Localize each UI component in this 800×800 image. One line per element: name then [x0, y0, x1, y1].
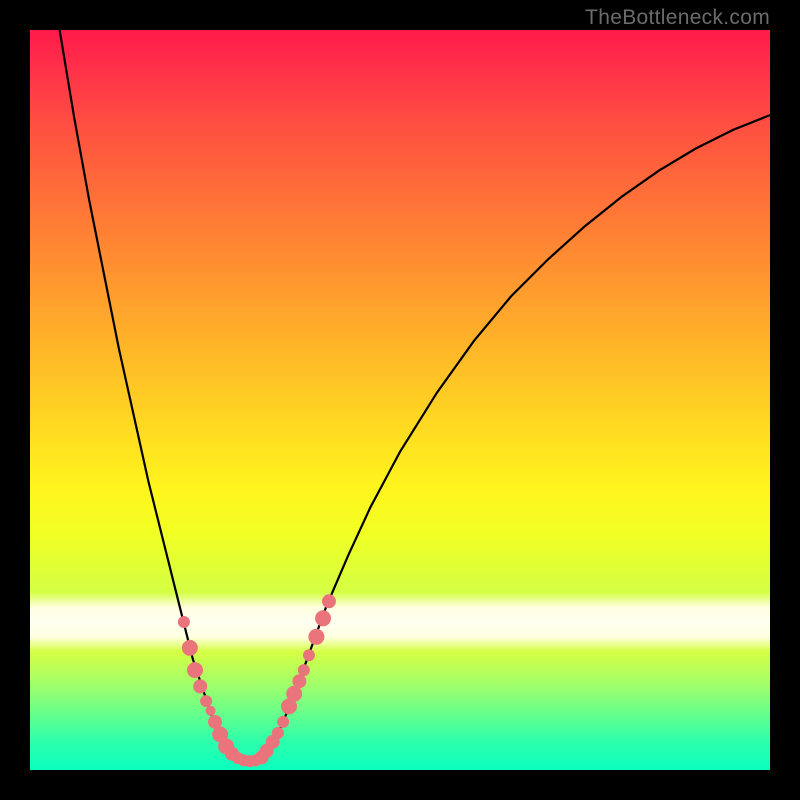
bottleneck-curve	[60, 30, 770, 761]
data-point	[272, 727, 284, 739]
data-point	[277, 716, 289, 728]
data-point	[182, 640, 198, 656]
data-point	[292, 674, 306, 688]
plot-area	[30, 30, 770, 770]
data-point	[308, 629, 324, 645]
data-point	[303, 649, 315, 661]
data-point	[178, 616, 190, 628]
data-point	[200, 695, 212, 707]
data-point	[322, 594, 336, 608]
chart-frame: TheBottleneck.com	[0, 0, 800, 800]
data-point	[187, 662, 203, 678]
data-point	[298, 664, 310, 676]
chart-svg	[30, 30, 770, 770]
data-point	[193, 679, 207, 693]
data-point	[206, 706, 216, 716]
data-point	[315, 610, 331, 626]
attribution-label: TheBottleneck.com	[585, 6, 770, 30]
